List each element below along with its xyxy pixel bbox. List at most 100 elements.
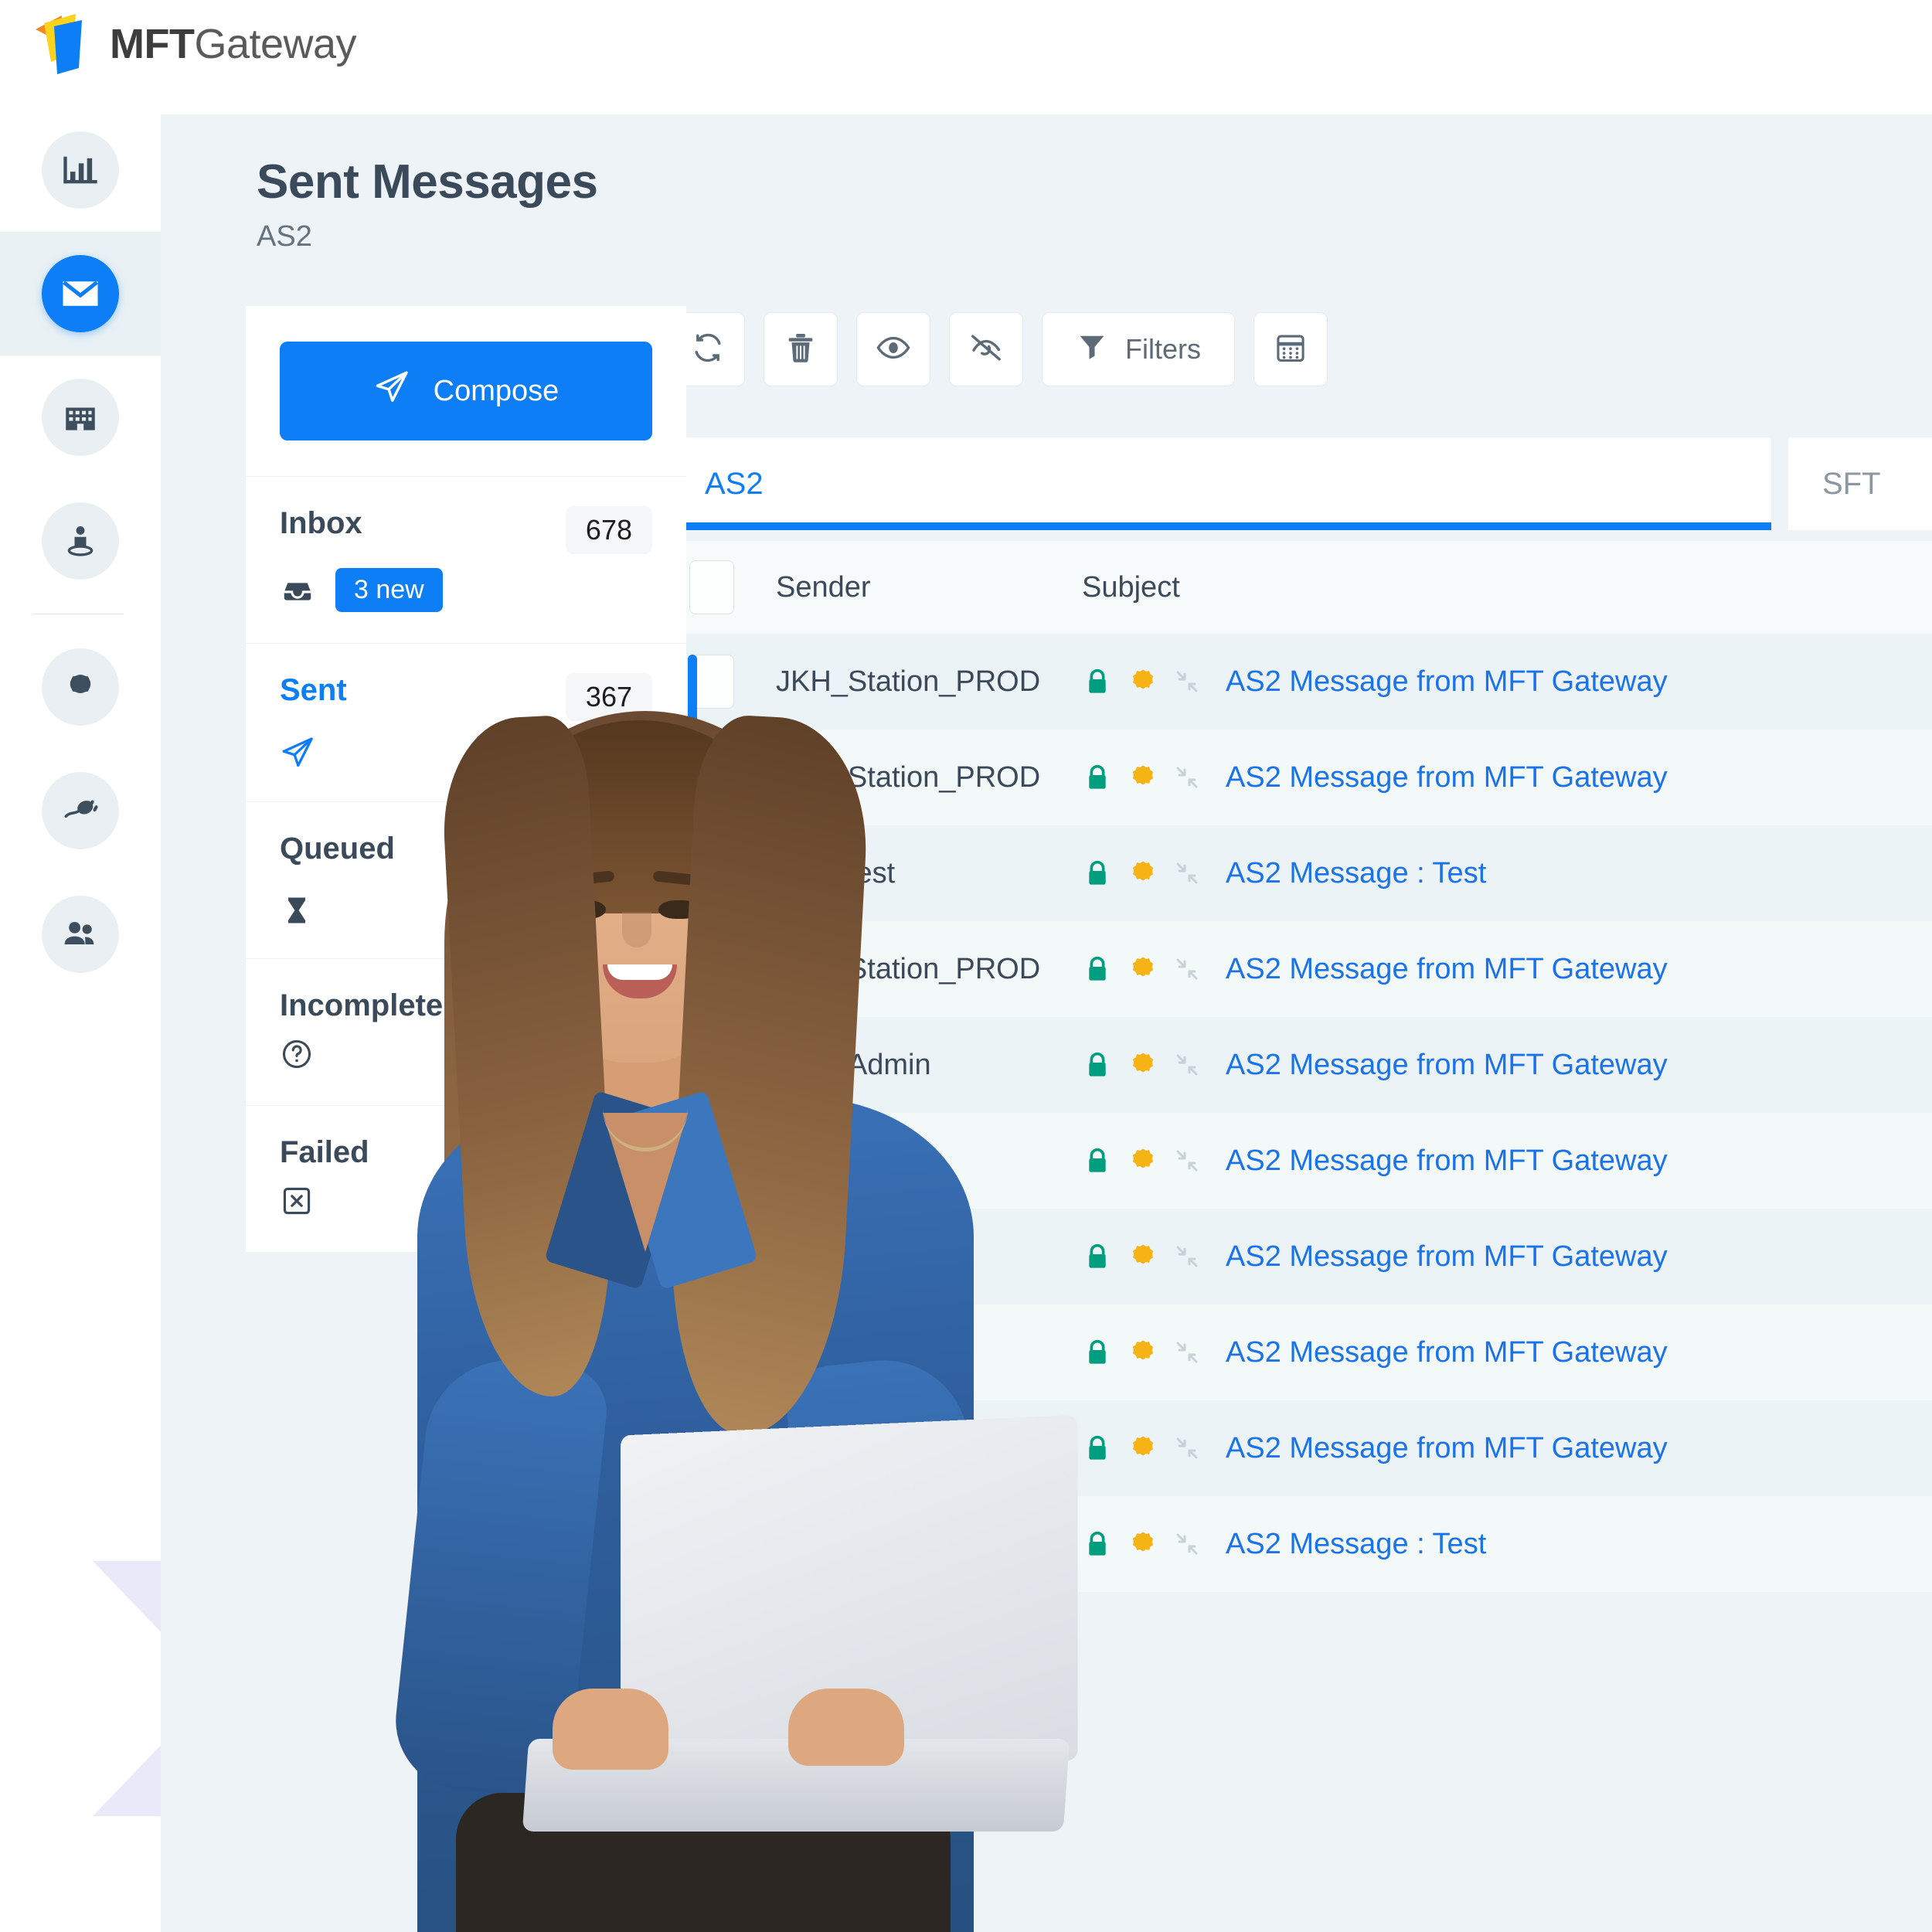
lock-icon <box>1082 1337 1113 1368</box>
brand-logo[interactable]: MFTGateway <box>34 11 357 77</box>
bar-chart-icon <box>42 131 119 209</box>
folder-label: Incomplete <box>280 988 444 1022</box>
hourglass-icon <box>280 893 314 927</box>
sidebar-item-partners[interactable] <box>0 355 161 479</box>
sidebar-item-certificates[interactable] <box>0 625 161 749</box>
sidebar-item-dashboard[interactable] <box>0 108 161 232</box>
subject-link[interactable]: AS2 Message from MFT Gateway <box>1226 1240 1668 1274</box>
folder-item-queued[interactable]: Queued 0 <box>246 801 686 958</box>
cell-subject: AS2 Message from MFT Gateway <box>1082 953 1668 986</box>
subject-link[interactable]: AS2 Message from MFT Gateway <box>1226 953 1668 986</box>
compose-button[interactable]: Compose <box>280 342 652 440</box>
folder-item-sent[interactable]: Sent 367 <box>246 643 697 801</box>
folder-label: Inbox <box>280 506 362 540</box>
subject-link[interactable]: AS2 Message : Test <box>1226 1528 1486 1561</box>
cell-subject: AS2 Message from MFT Gateway <box>1082 761 1668 794</box>
mark-read-button[interactable] <box>856 312 930 386</box>
row-checkbox[interactable] <box>689 846 734 900</box>
cell-sender: Station_PROD <box>776 1431 969 1464</box>
cell-subject: AS2 Message from MFT Gateway <box>1082 1145 1668 1178</box>
x-box-icon <box>280 1184 314 1218</box>
subject-link[interactable]: AS2 Message from MFT Gateway <box>1226 761 1668 794</box>
funnel-icon <box>1076 330 1108 369</box>
row-checkbox[interactable] <box>689 1325 734 1379</box>
table-row[interactable]: H_Admin AS2 Message from MFT Gateway <box>671 1113 1932 1209</box>
signed-seal-icon <box>1128 1242 1158 1271</box>
table-row[interactable]: Station_PROD AS2 Message from MFT Gateway <box>671 1400 1932 1496</box>
folder-label: Sent <box>280 673 347 707</box>
compose-label: Compose <box>433 374 560 407</box>
signed-seal-icon <box>1128 1434 1158 1463</box>
subject-link[interactable]: AS2 Message from MFT Gateway <box>1226 1336 1668 1369</box>
sidebar-item-stations[interactable] <box>0 479 161 603</box>
column-header-sender: Sender <box>776 570 871 604</box>
row-checkbox[interactable] <box>689 1230 734 1284</box>
table-row[interactable]: JKH_test AS2 Message : Test <box>671 825 1932 921</box>
mark-unread-button[interactable] <box>949 312 1023 386</box>
table-row[interactable]: JKH_Admin AS2 Message from MFT Gateway <box>671 1017 1932 1113</box>
cell-subject: AS2 Message from MFT Gateway <box>1082 1049 1668 1082</box>
delete-button[interactable] <box>764 312 838 386</box>
signed-seal-icon <box>1128 667 1158 696</box>
sidebar-item-messages[interactable] <box>0 232 161 355</box>
row-checkbox[interactable] <box>689 1134 734 1188</box>
sidebar-item-users[interactable] <box>0 872 161 996</box>
compress-icon <box>1173 764 1201 791</box>
row-checkbox[interactable] <box>689 1038 734 1092</box>
table-row[interactable]: Station_PROD AS2 Message from MFT Gateway <box>671 1304 1932 1400</box>
building-icon <box>42 379 119 456</box>
select-all-checkbox[interactable] <box>689 560 734 614</box>
filters-label: Filters <box>1125 333 1201 365</box>
cell-subject: AS2 Message : Test <box>1082 857 1486 890</box>
subject-link[interactable]: AS2 Message from MFT Gateway <box>1226 1049 1668 1082</box>
brand-name: MFTGateway <box>110 20 357 68</box>
tab-as2[interactable]: AS2 <box>671 437 1771 530</box>
signed-seal-icon <box>1128 1050 1158 1080</box>
table-row[interactable]: JKH_Station_PROD AS2 Message from MFT Gat… <box>671 730 1932 825</box>
folder-item-inbox[interactable]: Inbox 678 3 new <box>246 476 686 643</box>
tab-sftp[interactable]: SFT <box>1788 437 1932 530</box>
users-icon <box>42 896 119 973</box>
subject-link[interactable]: AS2 Message : Test <box>1226 857 1486 890</box>
cell-subject: AS2 Message from MFT Gateway <box>1082 1432 1668 1465</box>
date-range-button[interactable] <box>1253 312 1328 386</box>
subject-link[interactable]: AS2 Message from MFT Gateway <box>1226 1145 1668 1178</box>
folder-count <box>578 988 652 1004</box>
table-row[interactable]: Station_PROD AS2 Message from MFT Gateway <box>671 1209 1932 1304</box>
folder-count: 0 <box>607 839 624 871</box>
row-checkbox[interactable] <box>689 1421 734 1475</box>
table-header: Sender Subject <box>671 541 1932 634</box>
row-checkbox[interactable] <box>689 1517 734 1571</box>
subject-link[interactable]: AS2 Message from MFT Gateway <box>1226 665 1668 699</box>
compress-icon <box>1173 1051 1201 1079</box>
lock-icon <box>1082 666 1113 697</box>
subject-link[interactable]: AS2 Message from MFT Gateway <box>1226 1432 1668 1465</box>
cell-sender: JKH_test <box>776 856 896 889</box>
paper-plane-icon <box>280 735 315 770</box>
calendar-icon <box>1273 330 1308 369</box>
brand-name-light: Gateway <box>194 21 357 67</box>
message-toolbar: Filters <box>671 312 1328 386</box>
cell-subject: AS2 Message : Test <box>1082 1528 1486 1561</box>
signed-seal-icon <box>1128 859 1158 888</box>
cell-sender: Station_PROD <box>776 1335 969 1369</box>
app-screenshot: Sent Messages AS2 Compose Inbox 678 3 ne… <box>0 0 1932 1932</box>
folder-count <box>578 1135 652 1151</box>
compress-icon <box>1173 955 1201 983</box>
table-row[interactable]: JKH_Station_PROD AS2 Message from MFT Gat… <box>671 634 1932 730</box>
lock-icon <box>1082 1049 1113 1080</box>
cell-sender: JKH_Station_PROD <box>776 760 1041 794</box>
sidebar-item-connections[interactable] <box>0 749 161 872</box>
lock-icon <box>1082 954 1113 985</box>
filters-button[interactable]: Filters <box>1042 312 1235 386</box>
cell-sender: H_Admin <box>776 1144 897 1177</box>
column-header-subject: Subject <box>1082 570 1180 604</box>
folder-item-incomplete[interactable]: Incomplete <box>246 958 686 1105</box>
folder-item-failed[interactable]: Failed <box>246 1105 686 1252</box>
table-row[interactable]: AS2 Message : Test <box>671 1496 1932 1592</box>
table-row[interactable]: JKH_Station_PROD AS2 Message from MFT Gat… <box>671 921 1932 1017</box>
folder-count: 678 <box>565 506 652 554</box>
row-checkbox[interactable] <box>689 942 734 996</box>
eye-slash-icon <box>968 329 1005 370</box>
cell-subject: AS2 Message from MFT Gateway <box>1082 665 1668 699</box>
